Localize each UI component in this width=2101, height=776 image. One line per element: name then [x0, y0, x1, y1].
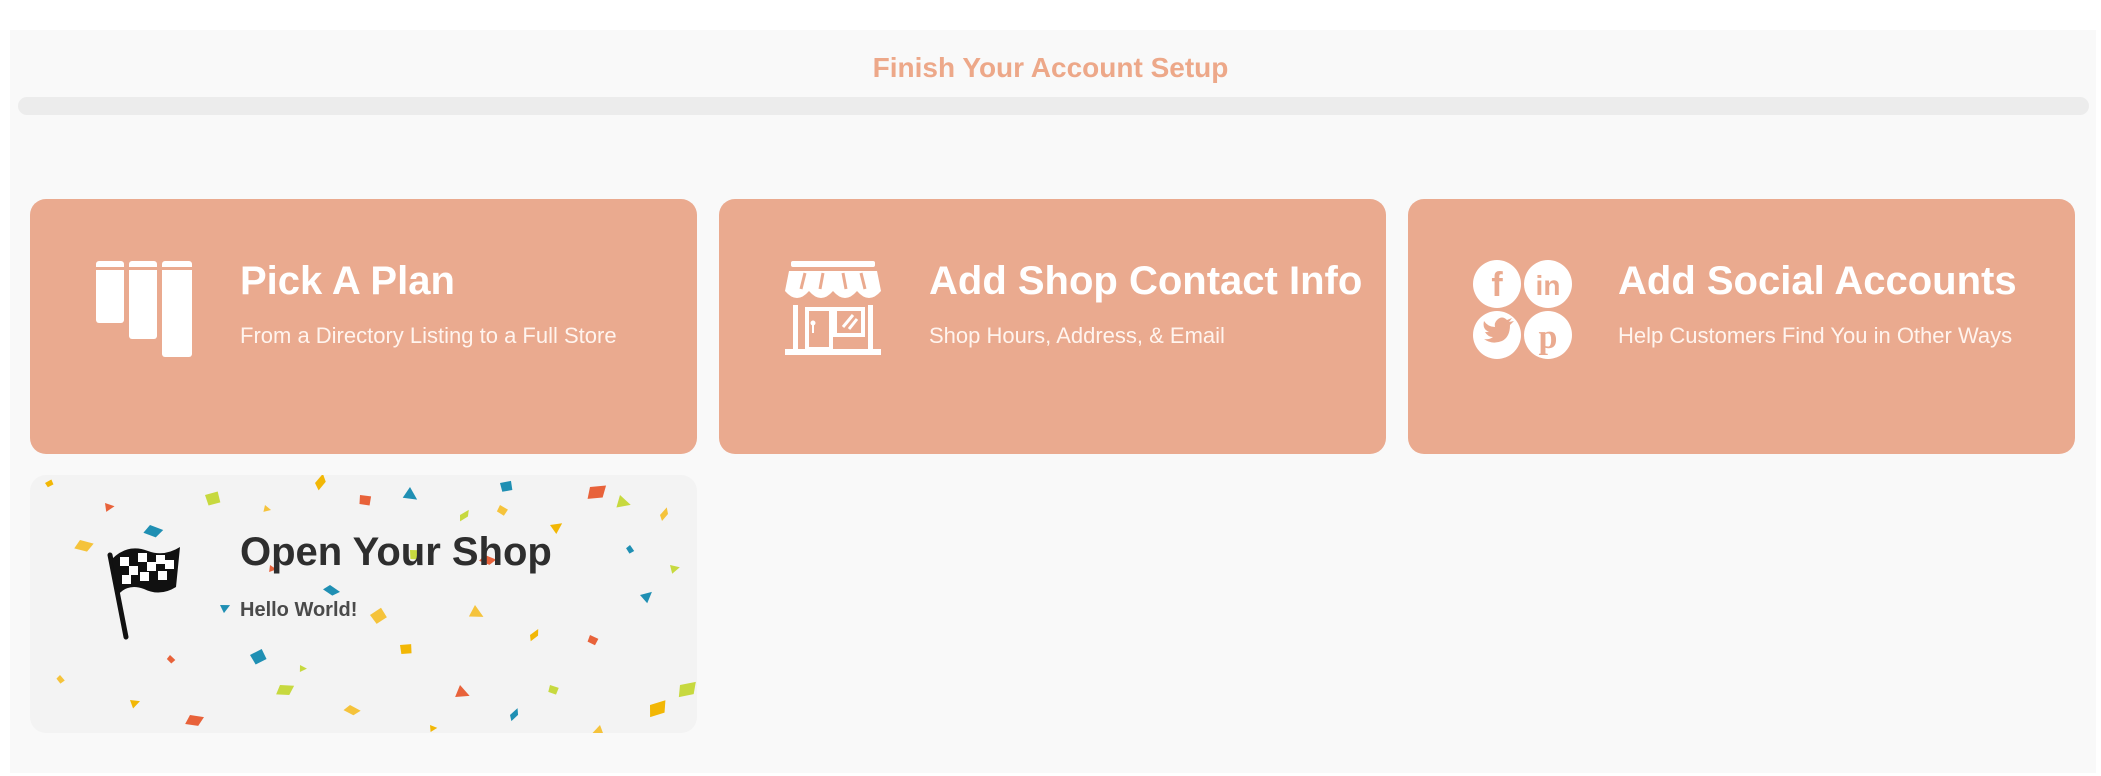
- social-icons-cluster: f in p: [1472, 259, 1576, 368]
- card-subtitle: Shop Hours, Address, & Email: [929, 323, 1225, 348]
- card-title: Add Social Accounts: [1618, 259, 2017, 303]
- confetti-piece: [460, 509, 469, 522]
- confetti-piece: [660, 507, 668, 521]
- card-subtitle: Hello World!: [240, 599, 358, 621]
- confetti-piece: [276, 685, 295, 695]
- setup-progress-bar: [18, 97, 2089, 115]
- confetti-piece: [500, 480, 513, 492]
- confetti-piece: [510, 708, 519, 722]
- confetti-piece: [250, 648, 267, 665]
- confetti-piece: [468, 605, 484, 617]
- confetti-piece: [616, 495, 631, 508]
- pinterest-icon: p: [1524, 311, 1572, 359]
- add-shop-contact-card[interactable]: Add Shop Contact Info Shop Hours, Addres…: [719, 199, 1386, 454]
- confetti-piece: [455, 685, 470, 698]
- svg-text:f: f: [1491, 266, 1503, 304]
- confetti-piece: [496, 505, 508, 516]
- confetti-piece: [400, 644, 412, 654]
- linkedin-icon: in: [1524, 260, 1572, 308]
- confetti-piece: [105, 503, 115, 512]
- confetti-piece: [220, 605, 231, 614]
- confetti-piece: [550, 523, 563, 535]
- svg-text:in: in: [1536, 270, 1561, 301]
- storefront-icon: [785, 261, 881, 362]
- confetti-piece: [299, 665, 307, 672]
- confetti-piece: [592, 725, 605, 733]
- svg-text:p: p: [1539, 319, 1558, 356]
- confetti-piece: [205, 491, 221, 506]
- checkered-flag-icon: [104, 537, 184, 646]
- confetti-piece: [370, 607, 387, 624]
- confetti-piece: [626, 545, 635, 554]
- confetti-piece: [430, 725, 438, 732]
- card-subtitle: From a Directory Listing to a Full Store: [240, 323, 617, 348]
- pick-a-plan-card[interactable]: Pick A Plan From a Directory Listing to …: [30, 199, 697, 454]
- confetti-piece: [359, 495, 372, 506]
- confetti-piece: [587, 485, 607, 499]
- add-social-accounts-card[interactable]: f in p Add Social Accounts Help Customer…: [1408, 199, 2075, 454]
- facebook-icon: f: [1473, 260, 1521, 308]
- card-subtitle: Help Customers Find You in Other Ways: [1618, 323, 2013, 348]
- confetti-piece: [130, 700, 140, 709]
- confetti-piece: [263, 505, 272, 512]
- confetti-piece: [530, 628, 539, 642]
- confetti-piece: [45, 479, 54, 488]
- twitter-icon: [1473, 311, 1521, 359]
- confetti-piece: [402, 487, 418, 500]
- open-your-shop-card[interactable]: Open Your Shop Hello World!: [30, 475, 697, 733]
- confetti-piece: [548, 685, 559, 695]
- confetti-piece: [166, 655, 176, 664]
- confetti-piece: [315, 475, 326, 491]
- setup-title: Finish Your Account Setup: [872, 52, 1229, 83]
- confetti-piece: [56, 675, 65, 684]
- confetti-piece: [650, 700, 666, 718]
- confetti-piece: [185, 715, 204, 726]
- confetti-piece: [678, 681, 696, 698]
- confetti-piece: [670, 565, 680, 574]
- confetti-piece: [640, 591, 652, 604]
- confetti-piece: [74, 540, 94, 552]
- confetti-piece: [587, 635, 599, 646]
- confetti-piece: [343, 705, 361, 716]
- card-title: Open Your Shop: [240, 530, 552, 574]
- card-title: Add Shop Contact Info: [929, 259, 1363, 303]
- card-title: Pick A Plan: [240, 259, 455, 303]
- plan-columns-icon: [96, 261, 194, 364]
- confetti-piece: [323, 585, 341, 596]
